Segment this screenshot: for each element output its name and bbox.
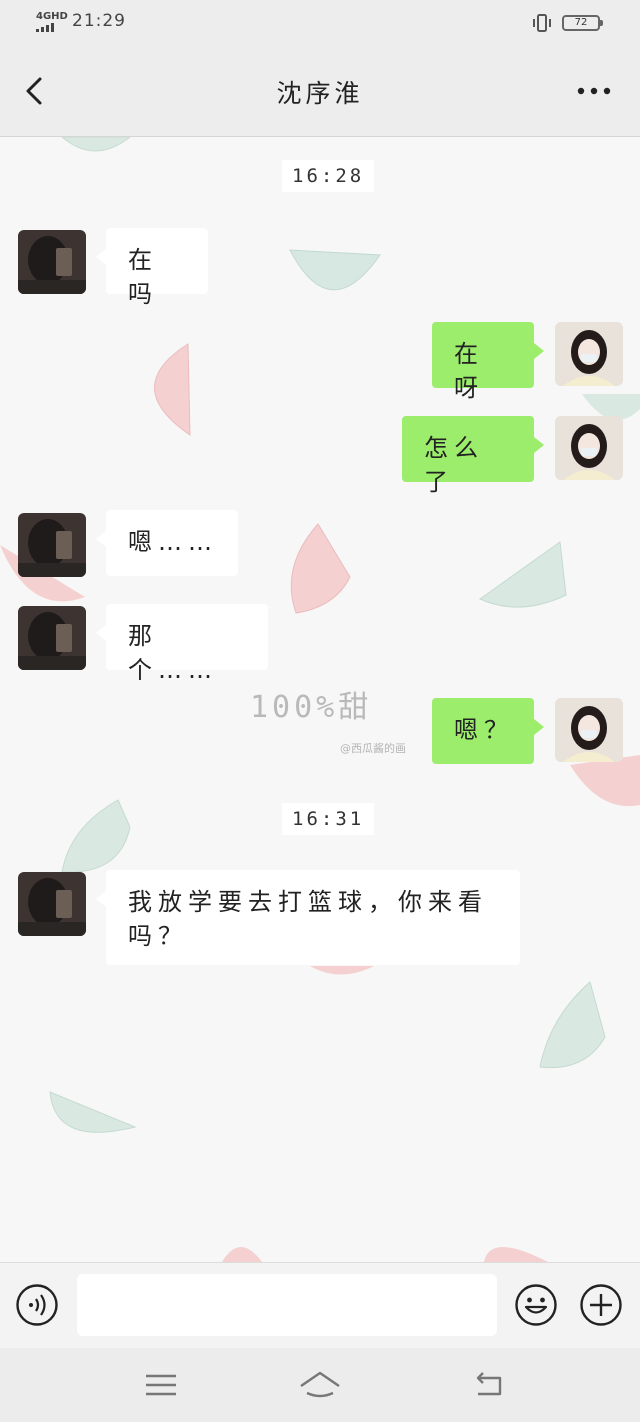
voice-icon[interactable] xyxy=(16,1284,58,1326)
message-bubble-incoming[interactable]: 我放学要去打篮球，你来看吗？ xyxy=(96,870,520,965)
message-bubble-incoming[interactable]: 嗯…… xyxy=(96,510,238,576)
wallpaper-caption: 100%甜 xyxy=(250,690,373,725)
message-bubble-outgoing[interactable]: 嗯？ xyxy=(432,698,544,764)
composer-bar xyxy=(0,1262,640,1349)
network-type: 4GHD xyxy=(36,11,68,22)
contact-avatar[interactable] xyxy=(18,230,86,294)
message-input[interactable] xyxy=(77,1274,497,1336)
chat-header: 沈序淮 xyxy=(0,46,640,137)
vibrate-icon xyxy=(533,14,551,32)
more-dots-icon[interactable] xyxy=(572,76,616,106)
message-bubble-incoming[interactable]: 那个…… xyxy=(96,604,268,684)
signal-indicator: 4GHD xyxy=(36,12,68,32)
plus-icon[interactable] xyxy=(580,1284,622,1326)
contact-avatar[interactable] xyxy=(18,513,86,577)
contact-avatar[interactable] xyxy=(18,606,86,670)
status-bar: 4GHD 21:29 72 xyxy=(0,0,640,46)
message-bubble-outgoing[interactable]: 在呀 xyxy=(432,322,544,402)
message-bubble-incoming[interactable]: 在吗 xyxy=(96,228,208,308)
my-avatar[interactable] xyxy=(555,416,623,480)
message-bubble-outgoing[interactable]: 怎么了 xyxy=(402,416,544,496)
timestamp: 16:28 xyxy=(282,160,375,192)
contact-avatar[interactable] xyxy=(18,872,86,936)
menu-icon[interactable] xyxy=(141,1368,181,1402)
my-avatar[interactable] xyxy=(555,698,623,762)
clock: 21:29 xyxy=(72,11,126,31)
home-icon[interactable] xyxy=(298,1368,342,1402)
battery-indicator: 72 xyxy=(562,15,603,31)
timestamp: 16:31 xyxy=(282,803,375,835)
page-title: 沈序淮 xyxy=(276,79,364,108)
wallpaper-signature: @西瓜酱的画 xyxy=(340,742,406,755)
system-navigation-bar xyxy=(0,1348,640,1422)
signal-bars-icon xyxy=(36,23,68,32)
back-icon[interactable] xyxy=(470,1368,510,1402)
message-list[interactable]: 100%甜 @西瓜酱的画 16:28 在吗 在呀 怎么了 嗯…… 那个…… 嗯？… xyxy=(0,137,640,1262)
emoji-icon[interactable] xyxy=(515,1284,557,1326)
my-avatar[interactable] xyxy=(555,322,623,386)
